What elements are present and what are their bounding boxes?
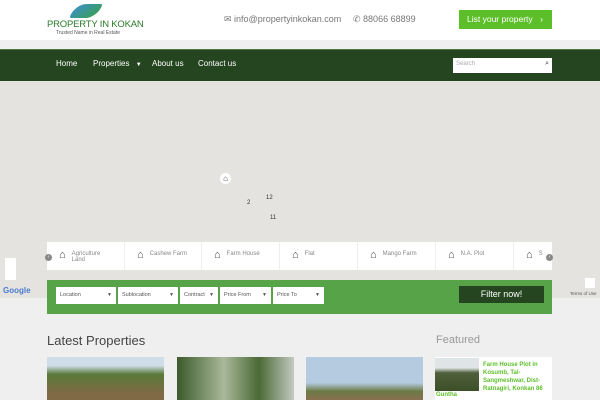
price-from-select[interactable]: Price From ▼ — [220, 287, 271, 304]
list-property-button[interactable]: List your property › — [459, 10, 552, 29]
select-label: Sublocation — [122, 292, 151, 298]
featured-property-title-cont[interactable]: Guntha — [436, 392, 457, 398]
logo-tagline: Trusted Name in Real Estate — [56, 30, 121, 36]
house-icon: ⌂ — [292, 249, 299, 261]
logo-title[interactable]: PROPERTY IN KOKAN — [47, 19, 144, 30]
featured-heading: Featured — [436, 334, 481, 346]
map-terms-link[interactable]: Terms of Use — [570, 291, 597, 296]
price-to-select[interactable]: Price To ▼ — [273, 287, 324, 304]
chevron-right-icon: › — [540, 14, 543, 24]
chevron-down-icon: ▼ — [315, 292, 320, 298]
category-farm-house[interactable]: ⌂ Farm House — [202, 242, 280, 270]
chevron-down-icon: ▼ — [209, 292, 214, 298]
category-cashew-farm[interactable]: ⌂ Cashew Farm — [125, 242, 202, 270]
chevron-down-icon: ▼ — [169, 292, 174, 298]
sublocation-select[interactable]: Sublocation ▼ — [118, 287, 178, 304]
category-label: Farm House — [226, 251, 260, 257]
category-label: Flat — [304, 251, 315, 257]
map-cluster-marker[interactable]: 2 — [247, 200, 250, 206]
nav-properties[interactable]: Properties ▼ — [93, 59, 142, 68]
select-label: Price From — [224, 292, 251, 298]
category-label: N.A. Plot — [460, 251, 485, 257]
email-contact[interactable]: ✉ info@propertyinkokan.com — [224, 14, 341, 25]
map-cluster-marker[interactable]: 12 — [266, 195, 273, 201]
featured-property-title[interactable]: Farm House Plot in Kosumb, Tal-Sangmeshw… — [483, 361, 549, 393]
property-thumbnail[interactable] — [306, 357, 423, 400]
category-agriculture-land[interactable]: ⌂ Agriculture Land — [47, 242, 125, 270]
chevron-down-icon: ▼ — [107, 292, 112, 298]
house-icon: ⌂ — [370, 249, 377, 261]
contract-select[interactable]: Contract ▼ — [180, 287, 218, 304]
email-text[interactable]: info@propertyinkokan.com — [234, 14, 341, 24]
carousel-next-icon[interactable]: › — [546, 254, 553, 261]
phone-text: 88066 68899 — [363, 14, 416, 24]
phone-contact[interactable]: ✆ 88066 68899 — [353, 14, 416, 25]
search-placeholder: Search — [456, 61, 476, 67]
latest-properties-heading: Latest Properties — [47, 333, 146, 348]
search-input[interactable]: Search ⌕ — [453, 58, 552, 73]
property-thumbnail[interactable] — [47, 357, 164, 400]
select-label: Contract — [184, 292, 205, 298]
filter-now-button[interactable]: Filter now! — [459, 286, 544, 303]
category-label: S — [538, 251, 543, 257]
house-icon: ⌂ — [448, 249, 455, 261]
category-label: Cashew Farm — [149, 251, 187, 257]
property-thumbnail[interactable] — [177, 357, 294, 400]
category-na-plot[interactable]: ⌂ N.A. Plot — [436, 242, 514, 270]
house-icon: ⌂ — [214, 249, 221, 261]
select-label: Location — [60, 292, 81, 298]
category-mango-farm[interactable]: ⌂ Mango Farm — [358, 242, 436, 270]
nav-properties-label: Properties — [93, 59, 130, 68]
carousel-prev-icon[interactable]: ‹ — [45, 254, 52, 261]
map-control[interactable] — [585, 278, 595, 288]
house-marker-icon[interactable]: ⌂ — [220, 173, 231, 184]
nav-contact[interactable]: Contact us — [198, 59, 236, 68]
category-label: Agriculture Land — [71, 251, 101, 263]
main-nav: Home Properties ▼ About us Contact us Se… — [0, 49, 600, 81]
map-zoom-control[interactable] — [5, 258, 16, 280]
category-carousel: ⌂ Agriculture Land ⌂ Cashew Farm ⌂ Farm Hou… — [47, 242, 552, 270]
mail-icon: ✉ — [224, 14, 235, 24]
list-property-label: List your property — [467, 14, 533, 24]
house-icon: ⌂ — [526, 249, 533, 261]
category-label: Mango Farm — [382, 251, 417, 257]
google-logo: Google — [3, 286, 31, 295]
chevron-down-icon: ▼ — [262, 292, 267, 298]
featured-property-card[interactable]: Farm House Plot in Kosumb, Tal-Sangmeshw… — [435, 357, 552, 400]
map-cluster-marker[interactable]: 11 — [270, 215, 276, 221]
phone-icon: ✆ — [353, 14, 364, 24]
nav-home[interactable]: Home — [56, 59, 77, 68]
select-label: Price To — [277, 292, 297, 298]
nav-about[interactable]: About us — [152, 59, 184, 68]
chevron-down-icon: ▼ — [135, 62, 142, 68]
search-icon[interactable]: ⌕ — [545, 60, 549, 68]
featured-property-image[interactable] — [435, 358, 479, 391]
house-icon: ⌂ — [59, 249, 66, 261]
category-flat[interactable]: ⌂ Flat — [280, 242, 358, 270]
house-icon: ⌂ — [137, 249, 144, 261]
location-select[interactable]: Location ▼ — [56, 287, 116, 304]
